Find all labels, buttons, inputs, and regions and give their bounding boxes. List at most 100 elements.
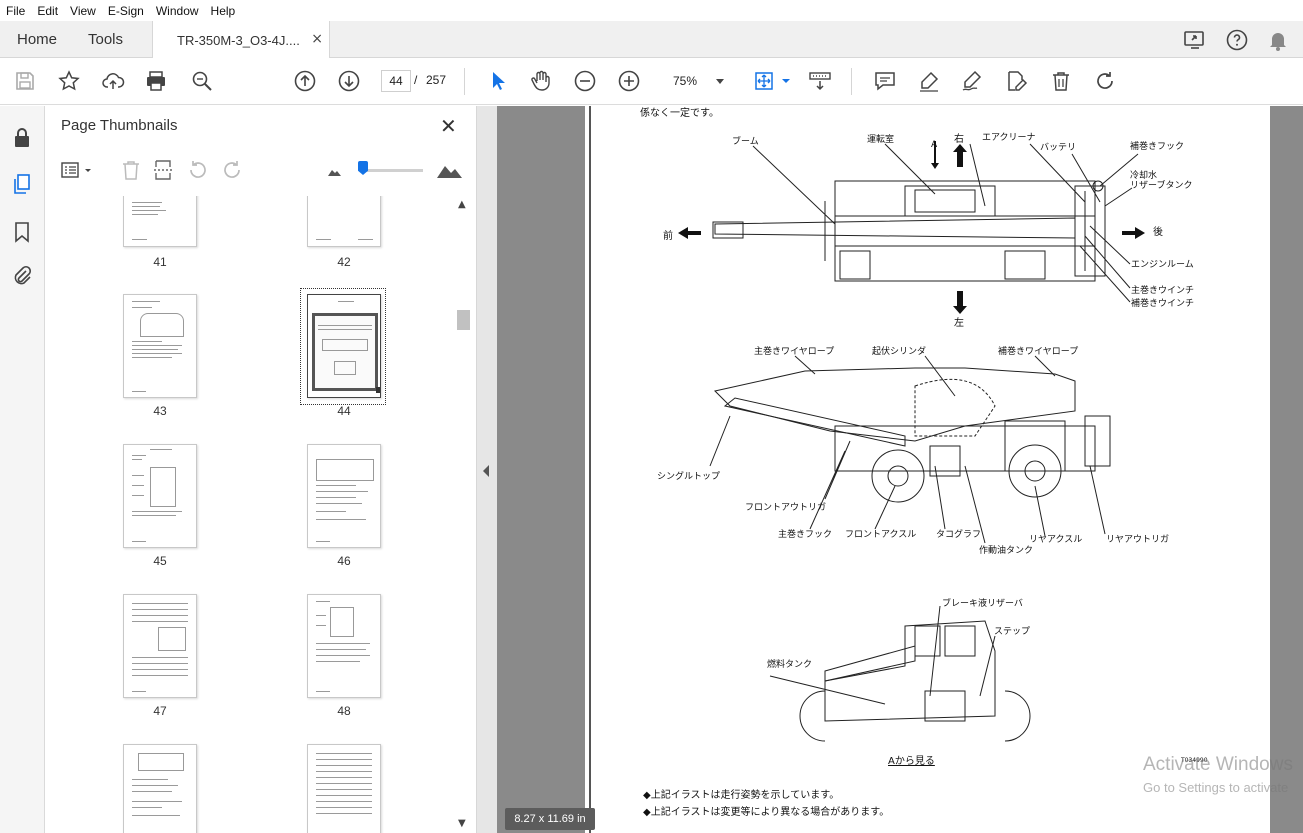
label-step: ステップ	[994, 627, 1031, 637]
page-thumbnails-panel: Page Thumbnails ✕ 41 42 43 44 45 46 47 4…	[45, 106, 477, 833]
tab-document[interactable]: TR-350M-3_O3-4J.... ×	[152, 21, 330, 59]
menu-esign[interactable]: E-Sign	[108, 4, 144, 18]
label-aux-hook: 補巻きフック	[1130, 142, 1185, 152]
delete-icon[interactable]	[1049, 69, 1073, 93]
label-right: 右	[954, 134, 964, 145]
menu-help[interactable]: Help	[211, 4, 236, 18]
document-page[interactable]: 係なく一定です。 ブーム 運転室 A 右 エアクリーナ バッテリ 補巻きフック …	[585, 106, 1270, 833]
zoom-search-icon[interactable]	[190, 69, 214, 93]
page-up-icon[interactable]	[293, 69, 317, 93]
thumbnail-page[interactable]	[307, 744, 381, 833]
tab-home[interactable]: Home	[17, 21, 57, 58]
label-cab: 運転室	[867, 135, 895, 145]
thumbnail-toolbar	[45, 150, 477, 190]
zoom-level-select[interactable]: 75%	[664, 70, 730, 92]
label-front-outrigger: フロントアウトリガ	[745, 503, 827, 513]
label-fuel-tank: 燃料タンク	[767, 660, 813, 670]
label-hydraulic-tank: 作動油タンク	[979, 546, 1034, 556]
tab-tools[interactable]: Tools	[88, 21, 123, 58]
edit-icon[interactable]	[1004, 69, 1028, 93]
label-main-wire: 主巻きワイヤロープ	[754, 347, 835, 357]
close-panel-icon[interactable]: ✕	[440, 114, 457, 138]
large-thumbnail-icon[interactable]	[435, 158, 463, 182]
thumbnail-size-slider[interactable]	[365, 169, 423, 172]
activate-windows-title: Activate Windows	[1143, 754, 1293, 775]
label-aux-winch: 補巻きウインチ	[1131, 299, 1195, 309]
small-thumbnail-icon[interactable]	[323, 158, 347, 182]
collapse-panel-icon[interactable]	[483, 465, 489, 477]
rotate-ccw-icon[interactable]	[186, 158, 210, 182]
rotate-icon[interactable]	[1093, 69, 1117, 93]
page-number-input[interactable]: 44	[381, 70, 411, 92]
toolbar-divider	[464, 68, 465, 95]
chevron-down-icon	[716, 79, 724, 84]
delete-page-icon[interactable]	[119, 158, 143, 182]
page-separator: /	[414, 73, 418, 87]
thumbnail-scrollbar-thumb[interactable]	[457, 310, 470, 330]
fit-page-dropdown-icon[interactable]	[774, 69, 790, 93]
page-total: 257	[426, 73, 447, 87]
scroll-up-icon[interactable]: ▲	[458, 199, 466, 210]
save-icon[interactable]	[13, 69, 37, 93]
close-tab-icon[interactable]: ×	[311, 31, 323, 47]
label-boom: ブーム	[732, 137, 759, 147]
document-margin-left	[497, 106, 585, 833]
cloud-upload-icon[interactable]	[101, 69, 125, 93]
label-front-axle: フロントアクスル	[845, 530, 917, 540]
sign-icon[interactable]	[960, 69, 984, 93]
activate-windows-subtitle: Go to Settings to activate	[1143, 780, 1289, 795]
menu-window[interactable]: Window	[156, 4, 199, 18]
thumbnail-list: 41 42 43 44 45 46 47 48	[45, 196, 455, 833]
thumbnail-page[interactable]	[123, 196, 197, 247]
label-battery: バッテリ	[1040, 143, 1077, 153]
comment-icon[interactable]	[873, 69, 897, 93]
thumbnail-label: 47	[153, 704, 167, 718]
extract-page-icon[interactable]	[152, 158, 176, 182]
rotate-cw-icon[interactable]	[220, 158, 244, 182]
share-screen-icon[interactable]	[1183, 28, 1207, 52]
thumbnail-page[interactable]	[307, 594, 381, 698]
thumbnail-page[interactable]	[123, 744, 197, 833]
thumbnail-label: 41	[153, 255, 167, 269]
thumbnail-page[interactable]	[123, 444, 197, 548]
menu-edit[interactable]: Edit	[37, 4, 58, 18]
toolbar-divider	[851, 68, 852, 95]
zoom-value: 75%	[673, 74, 698, 88]
scroll-mode-icon[interactable]	[808, 69, 832, 93]
zoom-out-icon[interactable]	[573, 69, 597, 93]
pages-icon[interactable]	[10, 172, 34, 196]
note-1: ◆上記イラストは走行姿勢を示しています。	[643, 790, 840, 801]
label-derrick-cylinder: 起伏シリンダ	[872, 347, 927, 357]
menu-file[interactable]: File	[6, 4, 25, 18]
zoom-in-icon[interactable]	[617, 69, 641, 93]
fit-page-icon[interactable]	[752, 69, 776, 93]
menu-view[interactable]: View	[70, 4, 96, 18]
thumbnail-options-icon[interactable]	[59, 158, 95, 182]
thumbnail-label: 42	[337, 255, 351, 269]
slider-handle[interactable]	[358, 161, 368, 175]
lock-icon[interactable]	[10, 126, 34, 150]
thumbnail-page[interactable]	[307, 444, 381, 548]
thumbnail-page[interactable]	[123, 294, 197, 398]
help-icon[interactable]	[1225, 28, 1249, 52]
page-down-icon[interactable]	[337, 69, 361, 93]
scroll-down-icon[interactable]: ▼	[458, 818, 466, 829]
print-icon[interactable]	[144, 69, 168, 93]
hand-icon[interactable]	[529, 69, 553, 93]
label-main-hook: 主巻きフック	[778, 530, 833, 540]
bell-icon[interactable]	[1266, 28, 1290, 52]
bookmark-icon[interactable]	[10, 220, 34, 244]
document-tab-title: TR-350M-3_O3-4J....	[177, 32, 300, 48]
thumbnail-page[interactable]	[123, 594, 197, 698]
highlight-icon[interactable]	[917, 69, 941, 93]
thumbnail-page[interactable]	[307, 196, 381, 247]
star-icon[interactable]	[57, 69, 81, 93]
tab-bar: Home Tools TR-350M-3_O3-4J.... ×	[0, 21, 1303, 59]
label-rear: 後	[1153, 227, 1163, 238]
label-tachograph: タコグラフ	[936, 530, 982, 540]
document-margin-right	[1270, 106, 1303, 833]
menu-bar: File Edit View E-Sign Window Help	[0, 0, 1303, 21]
label-engine-room: エンジンルーム	[1131, 260, 1194, 270]
select-arrow-icon[interactable]	[486, 69, 510, 93]
attachment-icon[interactable]	[10, 264, 34, 288]
